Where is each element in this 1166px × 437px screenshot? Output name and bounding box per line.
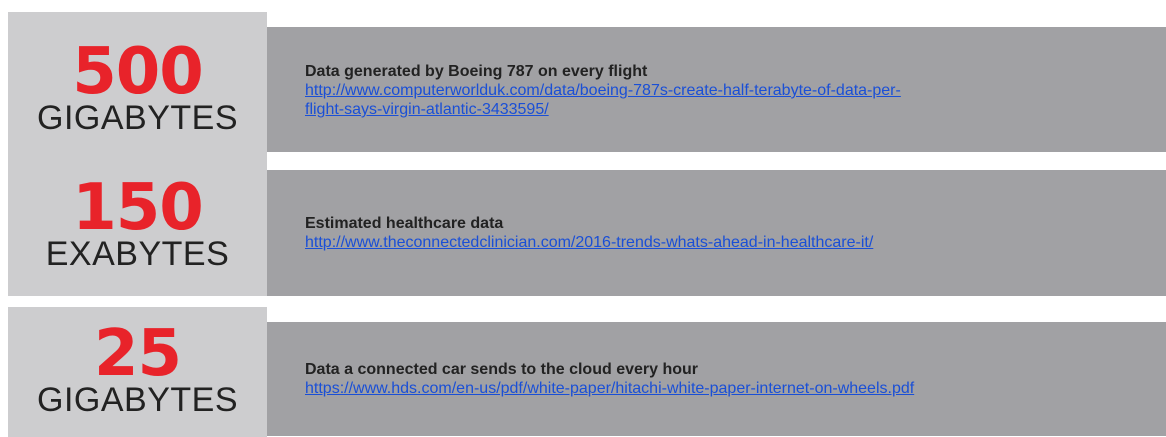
stat-figure-panel: 25 GIGABYTES xyxy=(8,307,267,437)
stat-unit: GIGABYTES xyxy=(37,98,238,137)
source-link[interactable]: https://www.hds.com/en-us/pdf/white-pape… xyxy=(305,379,925,398)
stat-description-panel: Data generated by Boeing 787 on every fl… xyxy=(267,27,1166,152)
source-link[interactable]: http://www.computerworlduk.com/data/boei… xyxy=(305,81,925,119)
stat-number: 150 xyxy=(72,170,204,245)
stat-description-panel: Estimated healthcare data http://www.the… xyxy=(267,170,1166,296)
stat-unit: EXABYTES xyxy=(45,234,230,273)
stat-unit: GIGABYTES xyxy=(37,381,238,419)
stat-figure-panel: 500 GIGABYTES xyxy=(8,12,267,167)
stat-description-panel: Data a connected car sends to the cloud … xyxy=(267,322,1166,436)
stat-description-title: Data generated by Boeing 787 on every fl… xyxy=(305,63,648,80)
stat-number: 500 xyxy=(72,34,204,109)
stat-number: 25 xyxy=(93,317,182,391)
stat-description-title: Data a connected car sends to the cloud … xyxy=(305,361,698,378)
source-link[interactable]: http://www.theconnectedclinician.com/201… xyxy=(305,233,925,252)
stat-figure-panel: 150 EXABYTES xyxy=(8,155,267,296)
stat-description-title: Estimated healthcare data xyxy=(305,215,504,232)
